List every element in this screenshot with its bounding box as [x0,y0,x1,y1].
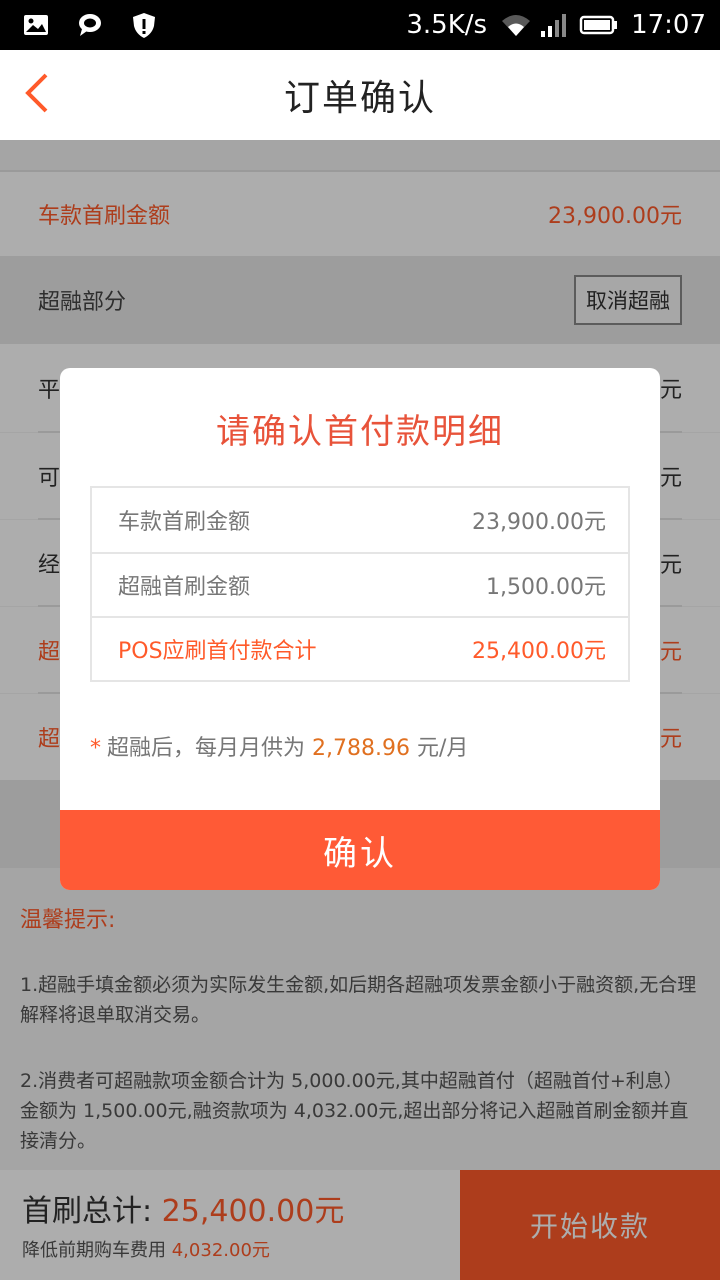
app-header: 订单确认 [0,50,720,140]
chat-bubble-icon [76,11,104,39]
image-icon [22,11,50,39]
table-row: 车款首刷金额 23,900.00元 [92,488,628,552]
back-arrow-icon [22,71,52,119]
confirm-button[interactable]: 确认 [60,810,660,890]
net-speed: 3.5K/s [406,10,488,40]
shield-icon [130,11,158,39]
row-label: POS应刷首付款合计 [118,639,317,664]
note-suffix: 元/月 [409,736,469,761]
battery-icon [579,11,619,39]
status-bar: 3.5K/s 17:07 [0,0,720,50]
page-title: 订单确认 [283,78,436,119]
confirm-dialog: 请确认首付款明细 车款首刷金额 23,900.00元 超融首刷金额 1,500.… [60,368,660,890]
row-label: 超融首刷金额 [118,575,251,600]
table-row: 超融首刷金额 1,500.00元 [92,552,628,616]
table-row-total: POS应刷首付款合计 25,400.00元 [92,616,628,680]
note-asterisk: * [90,736,101,761]
row-value: 25,400.00元 [472,639,606,664]
payment-detail-table: 车款首刷金额 23,900.00元 超融首刷金额 1,500.00元 POS应刷… [90,486,630,682]
row-label: 车款首刷金额 [118,510,251,535]
row-value: 23,900.00元 [472,510,606,535]
dialog-title: 请确认首付款明细 [216,412,504,452]
signal-icon [539,11,567,39]
monthly-amount: 2,788.96 [312,736,410,761]
back-button[interactable] [12,70,62,120]
row-value: 1,500.00元 [486,575,606,600]
wifi-icon [499,11,531,39]
monthly-payment-note: * 超融后，每月月供为 2,788.96 元/月 [90,730,468,762]
clock: 17:07 [631,10,706,40]
note-prefix: 超融后，每月月供为 [107,736,312,761]
